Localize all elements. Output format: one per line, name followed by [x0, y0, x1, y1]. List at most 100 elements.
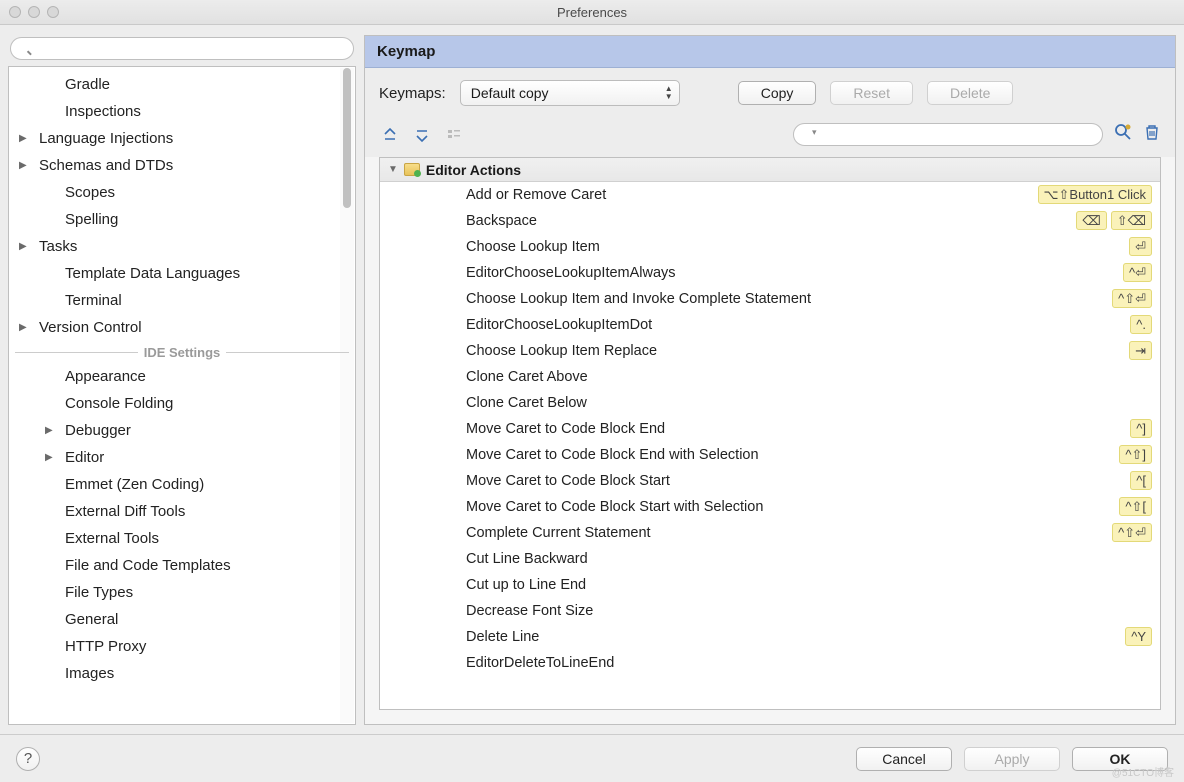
action-row[interactable]: EditorDeleteToLineEnd	[380, 650, 1160, 676]
action-shortcuts: ^⇧[	[1115, 499, 1152, 515]
copy-button[interactable]: Copy	[738, 81, 817, 105]
shortcut-badge: ^⇧⏎	[1112, 289, 1152, 308]
tree-item[interactable]: HTTP Proxy	[9, 633, 355, 660]
action-shortcuts: ^⇧⏎	[1108, 525, 1152, 541]
delete-button[interactable]: Delete	[927, 81, 1013, 105]
apply-button[interactable]: Apply	[964, 747, 1060, 771]
reset-button[interactable]: Reset	[830, 81, 913, 105]
folder-icon	[404, 163, 420, 176]
edit-shortcut-icon[interactable]	[443, 125, 465, 145]
action-shortcuts: ^⏎	[1119, 265, 1152, 281]
shortcut-badge: ^⏎	[1123, 263, 1152, 282]
tree-item[interactable]: Gradle	[9, 71, 355, 98]
sidebar-search-input[interactable]	[10, 37, 354, 60]
keymaps-select[interactable]: Default copy ▲▼	[460, 80, 680, 106]
tree-item[interactable]: Spelling	[9, 206, 355, 233]
action-label: Cut up to Line End	[466, 577, 1152, 593]
shortcut-badge: ^]	[1130, 419, 1152, 438]
action-row[interactable]: Choose Lookup Item Replace⇥	[380, 338, 1160, 364]
action-row[interactable]: Move Caret to Code Block Start with Sele…	[380, 494, 1160, 520]
action-row[interactable]: Delete Line^Y	[380, 624, 1160, 650]
action-row[interactable]: Cut up to Line End	[380, 572, 1160, 598]
action-label: Choose Lookup Item	[466, 239, 1125, 255]
tree-item[interactable]: External Tools	[9, 525, 355, 552]
tree-scrollbar-thumb[interactable]	[343, 68, 351, 208]
action-row[interactable]: Choose Lookup Item and Invoke Complete S…	[380, 286, 1160, 312]
action-row[interactable]: Move Caret to Code Block Start^[	[380, 468, 1160, 494]
action-row[interactable]: EditorChooseLookupItemDot^.	[380, 312, 1160, 338]
trash-icon[interactable]	[1143, 123, 1161, 146]
shortcut-badge: ⇧⌫	[1111, 211, 1152, 230]
action-label: Complete Current Statement	[466, 525, 1108, 541]
tree-item[interactable]: Emmet (Zen Coding)	[9, 471, 355, 498]
shortcut-badge: ⏎	[1129, 237, 1152, 256]
action-row[interactable]: Move Caret to Code Block End with Select…	[380, 442, 1160, 468]
tree-item[interactable]: Images	[9, 660, 355, 687]
tree-scrollbar[interactable]	[340, 68, 354, 723]
action-shortcuts: ^Y	[1121, 629, 1152, 645]
tree-item[interactable]: Debugger	[9, 417, 355, 444]
action-row[interactable]: Clone Caret Below	[380, 390, 1160, 416]
action-label: Clone Caret Above	[466, 369, 1152, 385]
help-button[interactable]: ?	[16, 747, 40, 771]
tree-item[interactable]: Terminal	[9, 287, 355, 314]
action-label: Clone Caret Below	[466, 395, 1152, 411]
tree-item[interactable]: Template Data Languages	[9, 260, 355, 287]
action-label: Decrease Font Size	[466, 603, 1152, 619]
action-row[interactable]: Complete Current Statement^⇧⏎	[380, 520, 1160, 546]
cancel-button[interactable]: Cancel	[856, 747, 952, 771]
action-label: Choose Lookup Item and Invoke Complete S…	[466, 291, 1108, 307]
action-row[interactable]: Cut Line Backward	[380, 546, 1160, 572]
watermark: @51CTO博客	[1112, 764, 1174, 779]
tree-item[interactable]: File Types	[9, 579, 355, 606]
action-shortcuts: ^⇧⏎	[1108, 291, 1152, 307]
expand-arrow-icon[interactable]: ▼	[388, 164, 398, 175]
tree-item[interactable]: Console Folding	[9, 390, 355, 417]
tree-item[interactable]: Appearance	[9, 363, 355, 390]
action-row[interactable]: EditorChooseLookupItemAlways^⏎	[380, 260, 1160, 286]
traffic-lights	[9, 6, 59, 18]
tree-item[interactable]: File and Code Templates	[9, 552, 355, 579]
shortcut-badge: ⌫	[1076, 211, 1106, 230]
action-shortcuts: ^]	[1126, 421, 1152, 437]
action-list[interactable]: Add or Remove Caret⌥⇧Button1 ClickBacksp…	[380, 182, 1160, 709]
action-shortcuts: ^[	[1126, 473, 1152, 489]
tree-item[interactable]: Tasks	[9, 233, 355, 260]
category-label: Editor Actions	[426, 162, 521, 178]
dialog-footer: ? Cancel Apply OK	[0, 734, 1184, 782]
action-shortcuts: ⏎	[1125, 239, 1152, 255]
select-arrows-icon: ▲▼	[665, 85, 673, 101]
category-row[interactable]: ▼ Editor Actions	[380, 158, 1160, 182]
preferences-sidebar: GradleInspectionsLanguage InjectionsSche…	[8, 35, 356, 725]
action-row[interactable]: Add or Remove Caret⌥⇧Button1 Click	[380, 182, 1160, 208]
tree-item[interactable]: Scopes	[9, 179, 355, 206]
tree-item[interactable]: Schemas and DTDs	[9, 152, 355, 179]
tree-item[interactable]: Language Injections	[9, 125, 355, 152]
tree-item[interactable]: External Diff Tools	[9, 498, 355, 525]
keymap-bar: Keymaps: Default copy ▲▼ Copy Reset Dele…	[365, 68, 1175, 118]
action-label: Choose Lookup Item Replace	[466, 343, 1125, 359]
panel-title: Keymap	[365, 36, 1175, 68]
action-row[interactable]: Decrease Font Size	[380, 598, 1160, 624]
find-action-icon[interactable]	[1113, 122, 1133, 147]
tree-item[interactable]: General	[9, 606, 355, 633]
action-row[interactable]: Move Caret to Code Block End^]	[380, 416, 1160, 442]
tree-item[interactable]: Version Control	[9, 314, 355, 341]
action-row[interactable]: Backspace⌫⇧⌫	[380, 208, 1160, 234]
close-window-icon[interactable]	[9, 6, 21, 18]
action-shortcuts: ⌥⇧Button1 Click	[1034, 187, 1152, 203]
expand-all-icon[interactable]	[379, 125, 401, 145]
tree-item[interactable]: Inspections	[9, 98, 355, 125]
tree-item[interactable]: Editor	[9, 444, 355, 471]
collapse-all-icon[interactable]	[411, 125, 433, 145]
action-row[interactable]: Clone Caret Above	[380, 364, 1160, 390]
zoom-window-icon[interactable]	[47, 6, 59, 18]
action-row[interactable]: Choose Lookup Item⏎	[380, 234, 1160, 260]
shortcut-badge: ^[	[1130, 471, 1152, 490]
window-title: Preferences	[0, 5, 1184, 20]
shortcut-badge: ^⇧]	[1119, 445, 1152, 464]
action-search-input[interactable]	[793, 123, 1103, 146]
preferences-tree[interactable]: GradleInspectionsLanguage InjectionsSche…	[8, 66, 356, 725]
minimize-window-icon[interactable]	[28, 6, 40, 18]
shortcut-badge: ^.	[1130, 315, 1152, 334]
